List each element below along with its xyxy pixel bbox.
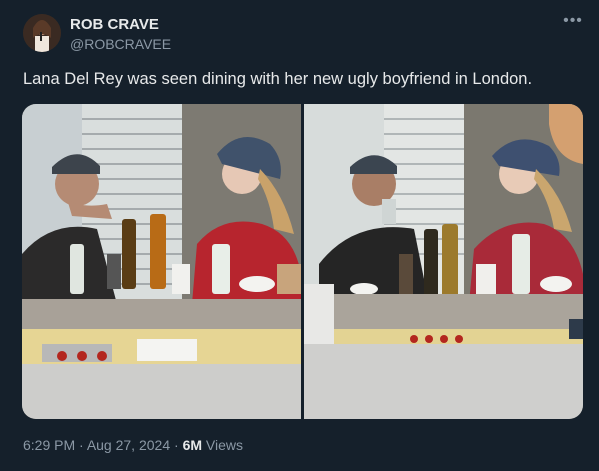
author-display-name[interactable]: ROB CRAVE <box>70 16 159 33</box>
tweet-media[interactable] <box>22 104 583 419</box>
author-handle[interactable]: @ROBCRAVEE <box>70 36 171 52</box>
avatar[interactable] <box>23 14 61 52</box>
tweet-meta: 6:29 PM · Aug 27, 2024 · 6M Views <box>23 437 243 453</box>
tweet-time[interactable]: 6:29 PM <box>23 437 75 453</box>
meta-separator: · <box>75 437 87 453</box>
views-count[interactable]: 6M <box>183 437 202 453</box>
tweet-card: ROB CRAVE @ROBCRAVEE ••• Lana Del Rey wa… <box>0 0 599 471</box>
views-label: Views <box>202 437 243 453</box>
more-options-icon[interactable]: ••• <box>563 11 583 31</box>
meta-separator-2: · <box>170 437 183 453</box>
photo-right[interactable] <box>304 104 583 419</box>
photo-left[interactable] <box>22 104 301 419</box>
tweet-text: Lana Del Rey was seen dining with her ne… <box>23 70 533 88</box>
tweet-date[interactable]: Aug 27, 2024 <box>87 437 170 453</box>
